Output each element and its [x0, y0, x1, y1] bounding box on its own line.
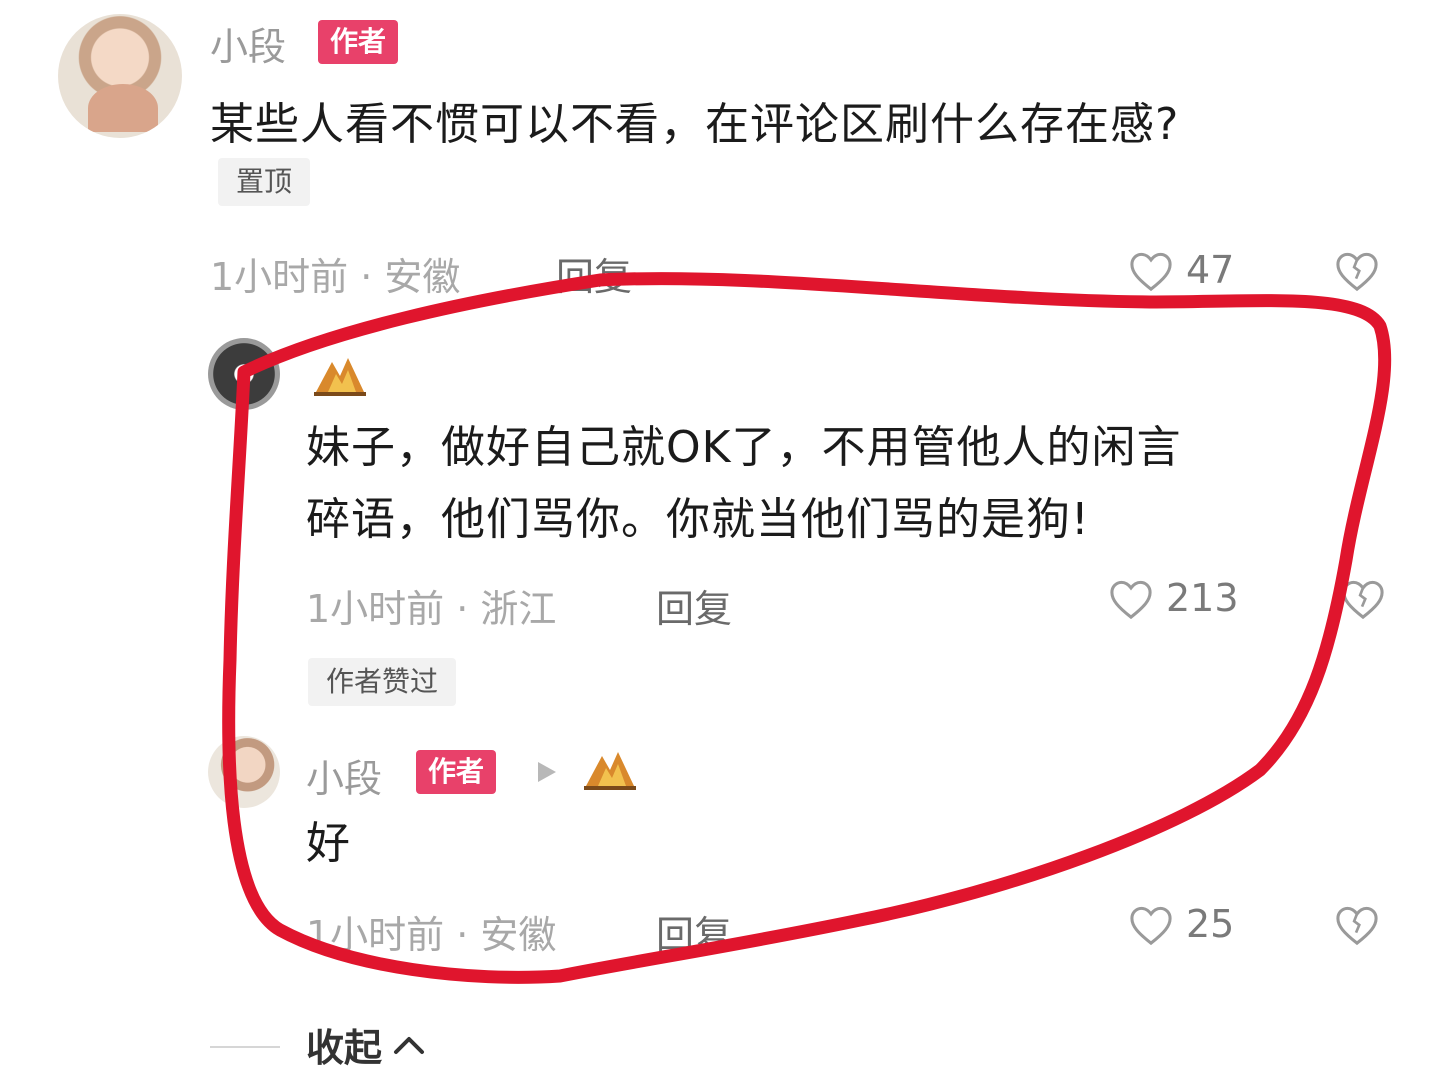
collapse-label: 收起 [306, 1025, 383, 1068]
divider [210, 1046, 280, 1048]
avatar[interactable] [208, 736, 280, 808]
like-count: 25 [1186, 902, 1235, 946]
broken-heart-icon[interactable] [1340, 578, 1386, 620]
reply-button[interactable]: 回复 [556, 246, 632, 301]
heart-icon[interactable] [1128, 904, 1174, 946]
play-triangle-icon [536, 760, 558, 784]
comment-text: 某些人看不惯可以不看，在评论区刷什么存在感? [210, 99, 1180, 150]
avatar[interactable] [58, 14, 182, 138]
author-tag: 作者 [318, 20, 399, 64]
chevron-up-icon [392, 1032, 426, 1056]
comment-username[interactable]: 小段 [210, 16, 286, 71]
reply-meta: 1小时前 · 浙江 [306, 587, 557, 631]
reply-meta: 1小时前 · 安徽 [306, 913, 557, 957]
pinned-badge: 置顶 [218, 158, 311, 206]
reply-text: 好 [306, 818, 351, 869]
broken-heart-icon[interactable] [1334, 250, 1380, 292]
reply-text-line2: 碎语，他们骂你。你就当他们骂的是狗! [306, 494, 1090, 545]
reply-text-line1: 妹子，做好自己就OK了，不用管他人的闲言 [306, 422, 1182, 473]
heart-icon[interactable] [1108, 578, 1154, 620]
like-count: 47 [1186, 248, 1235, 292]
fire-badge-icon [312, 352, 368, 400]
like-count: 213 [1166, 576, 1239, 620]
avatar[interactable] [208, 338, 280, 410]
reply-button[interactable]: 回复 [656, 578, 732, 633]
fire-badge-icon [582, 746, 638, 794]
comment-meta: 1小时前 · 安徽 [210, 255, 461, 299]
author-tag: 作者 [416, 750, 497, 794]
liked-by-author-badge: 作者赞过 [308, 658, 457, 706]
broken-heart-icon[interactable] [1334, 904, 1380, 946]
reply-username[interactable]: 小段 [306, 748, 382, 803]
collapse-button[interactable]: 收起 [306, 1020, 426, 1068]
reply-button[interactable]: 回复 [656, 904, 732, 959]
heart-icon[interactable] [1128, 250, 1174, 292]
